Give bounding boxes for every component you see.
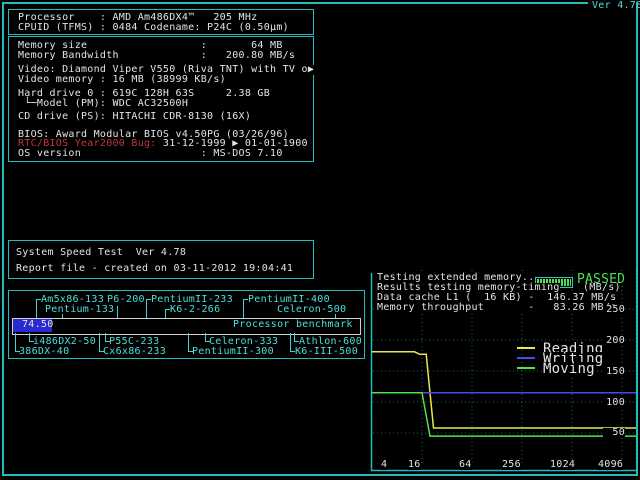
legend-reading-swatch [517, 347, 535, 349]
y-tick-label: 50 [603, 428, 625, 438]
cpu-label: Cx6x86-233 [103, 347, 166, 357]
video-memory-line: Video memory : 16 MB (38999 KB/s) [18, 75, 226, 85]
x-tick-label: 4096 [598, 460, 623, 470]
x-tick-label: 64 [459, 460, 472, 470]
screen-border-left [2, 2, 4, 476]
benchmark-tick [117, 306, 118, 318]
x-tick-label: 4 [381, 460, 387, 470]
y-tick-label: 200 [603, 336, 625, 346]
y-tick-label: 150 [603, 367, 625, 377]
legend-moving-label: Moving [543, 362, 595, 376]
benchmark-tick [188, 333, 189, 352]
x-tick-label: 16 [408, 460, 421, 470]
report-title-line: System Speed Test Ver 4.78 [16, 248, 186, 258]
benchmark-tick [146, 299, 147, 318]
series-moving [372, 393, 636, 436]
benchmark-tick [243, 299, 244, 318]
screen-border-bottom [2, 474, 638, 476]
benchmark-tick [165, 309, 166, 318]
benchmark-tick [36, 299, 37, 318]
benchmark-tick [15, 333, 16, 352]
screen-border-top [2, 2, 588, 4]
x-tick-label: 256 [502, 460, 521, 470]
benchmark-score: 74.50 [22, 320, 54, 330]
cpu-label: Celeron-500 [277, 305, 346, 315]
screen-border-right [636, 2, 638, 476]
report-file-line: Report file - created on 03-11-2012 19:0… [16, 264, 293, 274]
benchmark-title: Processor benchmark [233, 320, 353, 330]
y-tick-label: 250 [603, 305, 625, 315]
cpuid-line: CPUID (TFMS) : 0484 Codename: P24C (0.50… [18, 23, 289, 33]
benchmark-tick [99, 333, 100, 352]
cpu-label: PentiumII-300 [192, 347, 274, 357]
benchmark-tick [290, 333, 291, 352]
memory-throughput-line: Memory throughput - 83.26 MB/s [377, 303, 616, 313]
cpu-label: Pentium-133 [45, 305, 114, 315]
cpu-label: K6-III-500 [295, 347, 358, 357]
legend-moving-swatch [517, 367, 535, 369]
cpu-label: 386DX-40 [19, 347, 69, 357]
legend-writing-swatch [517, 357, 535, 359]
x-tick-label: 1024 [550, 460, 575, 470]
hdd-model-line: └─Model (PM): WDC AC32500H [18, 99, 188, 109]
y-tick-label: 100 [603, 398, 625, 408]
memory-bandwidth-line: Memory Bandwidth : 200.80 MB/s [18, 51, 295, 61]
os-version-line: OS version : MS-DOS 7.10 [18, 149, 283, 159]
speedsys-screen: Ver 4.78 Processor : AMD Am486DX4™ 205 M… [0, 0, 640, 480]
cpu-label: K6-2-266 [170, 305, 220, 315]
version-label: Ver 4.78 [592, 1, 640, 11]
cd-drive-line: CD drive (PS): HITACHI CDR-8130 (16X) [18, 112, 251, 122]
